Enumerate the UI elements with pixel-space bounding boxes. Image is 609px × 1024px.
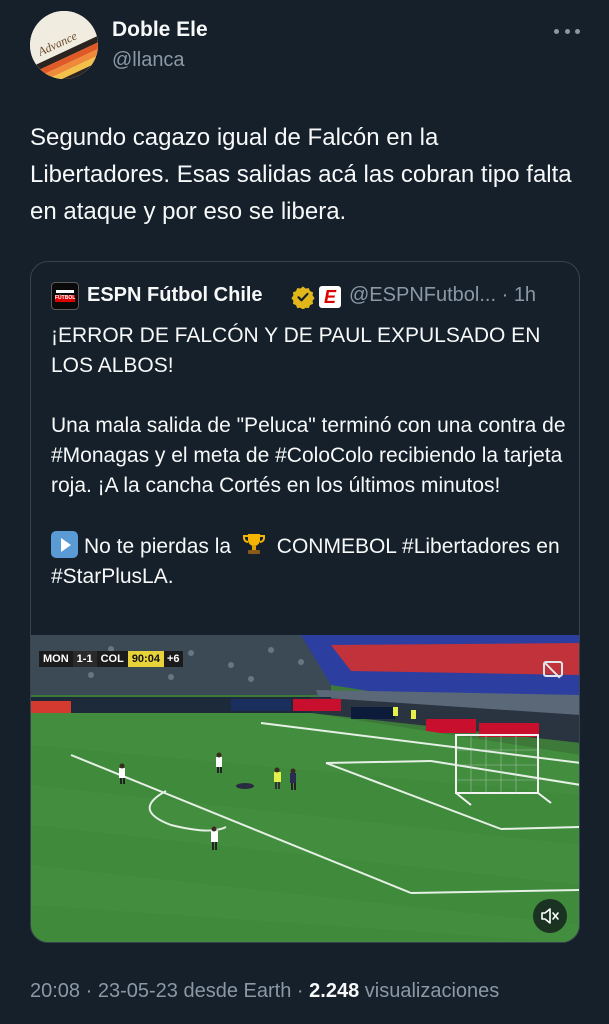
espn-affiliate-badge-icon[interactable]: E	[319, 286, 341, 308]
author-name[interactable]: Doble Ele	[112, 18, 208, 42]
views-label: visualizaciones	[364, 980, 500, 1002]
more-dot-icon	[575, 28, 580, 34]
tweet-meta: 20:08 · 23-05-23 desde Earth · 2.248 vis…	[30, 980, 500, 1002]
quoted-tweet[interactable]: FÚTBOL ESPN Fútbol Chile E @ESPNFutbol..…	[30, 261, 580, 943]
trophy-emoji-icon	[242, 534, 265, 554]
author-handle[interactable]: @llanca	[112, 49, 185, 72]
tweet-detail: Advance Doble Ele @llanca Segundo cagazo…	[0, 0, 609, 1024]
scorebug: MON 1-1 COL 90:04 +6	[39, 651, 183, 667]
quoted-author-name[interactable]: ESPN Fútbol Chile	[87, 284, 263, 307]
quoted-paragraph: Una mala salida de "Peluca" terminó con …	[51, 414, 566, 497]
match-video-frame	[31, 635, 579, 942]
quoted-paragraph: No te pierdas la CONMEBOL #Libertadores …	[51, 531, 566, 592]
views-count: 2.248	[309, 980, 360, 1002]
score: 1-1	[72, 651, 97, 667]
away-team: COL	[96, 651, 128, 667]
more-dot-icon	[564, 28, 570, 34]
quoted-text: ¡ERROR DE FALCÓN Y DE PAUL EXPULSADO EN …	[51, 321, 566, 592]
added-time: +6	[163, 651, 183, 667]
captions-off-icon[interactable]	[543, 661, 563, 677]
tweet-text: Segundo cagazo igual de Falcón en la Lib…	[30, 124, 572, 225]
tweet-time[interactable]: 20:08	[30, 980, 80, 1002]
more-options-button[interactable]	[554, 23, 580, 39]
tweet-date[interactable]: 23-05-23	[98, 980, 178, 1002]
mute-button[interactable]	[533, 899, 567, 933]
quoted-author-handle[interactable]: @ESPNFutbol...	[349, 284, 496, 306]
video-player[interactable]: MON 1-1 COL 90:04 +6	[31, 635, 579, 942]
quoted-paragraph: ¡ERROR DE FALCÓN Y DE PAUL EXPULSADO EN …	[51, 324, 541, 377]
quoted-timestamp[interactable]: 1h	[514, 284, 536, 306]
play-button-emoji-icon	[51, 531, 78, 558]
match-clock: 90:04	[127, 651, 164, 667]
home-team: MON	[39, 651, 73, 667]
tweet-source: desde Earth	[183, 980, 292, 1002]
espn-futbol-logo[interactable]: FÚTBOL	[51, 282, 79, 310]
speaker-muted-icon	[541, 908, 559, 924]
quoted-handle-time: @ESPNFutbol... · 1h	[349, 284, 537, 306]
avatar-image: Advance	[30, 11, 98, 79]
more-dot-icon	[554, 28, 559, 34]
verified-badge-icon	[291, 286, 315, 309]
avatar[interactable]: Advance	[30, 11, 98, 79]
